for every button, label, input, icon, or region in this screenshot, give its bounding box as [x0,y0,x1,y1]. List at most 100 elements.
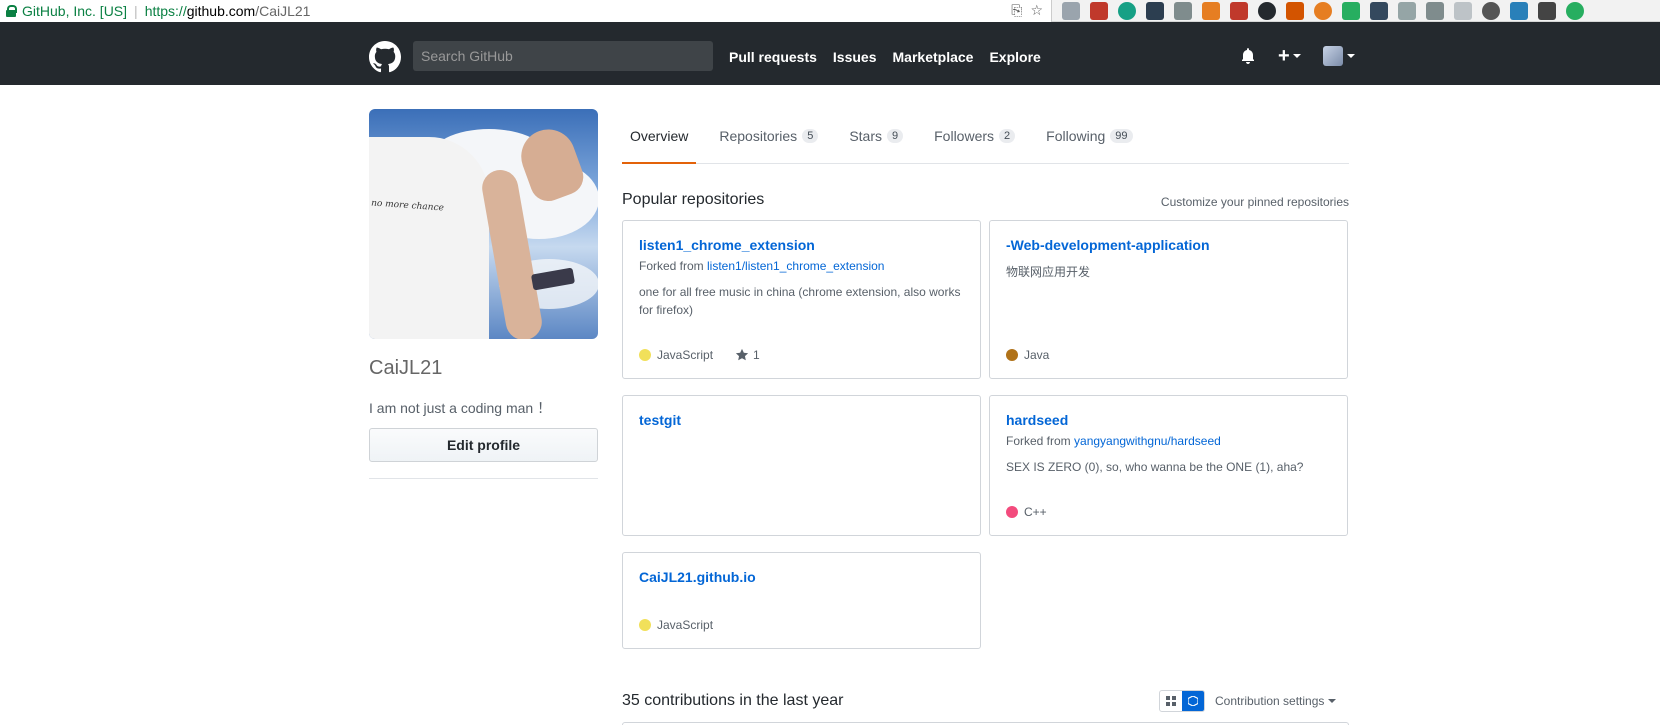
extension-icon[interactable] [1062,2,1080,20]
tab-stars[interactable]: Stars 9 [841,109,911,164]
url-separator: | [134,3,138,19]
graph-view-toggle [1159,690,1205,712]
chevron-down-icon [1346,54,1355,58]
popular-repos-title: Popular repositories [622,191,765,208]
github-logo-icon[interactable] [369,41,401,73]
profile-tabs: Overview Repositories 5 Stars 9 Followers 2… [622,109,1349,164]
repo-card: listen1_chrome_extension Forked from lis… [622,220,981,379]
tab-label: Followers [934,128,995,144]
repo-language: JavaScript [657,348,714,362]
create-new-button[interactable]: + [1278,46,1301,66]
repo-meta: JavaScript 1 [639,348,760,362]
repo-stars-link[interactable]: 1 [735,348,760,362]
customize-pinned-link[interactable]: Customize your pinned repositories [1161,195,1349,209]
header-nav: Pull requests Issues Marketplace Explore [729,49,1041,65]
extension-icon[interactable] [1202,2,1220,20]
nav-explore[interactable]: Explore [989,49,1040,65]
extension-icon[interactable] [1230,2,1248,20]
extension-icon[interactable] [1426,2,1444,20]
extension-icon[interactable] [1398,2,1416,20]
repo-language: C++ [1024,505,1047,519]
extension-icon[interactable] [1510,2,1528,20]
github-extension-icon[interactable] [1258,2,1276,20]
translate-icon[interactable]: ⎘ [1011,2,1022,19]
tab-count: 9 [887,129,904,143]
extension-icon[interactable] [1370,2,1388,20]
extension-icon[interactable] [1342,2,1360,20]
nav-pull-requests[interactable]: Pull requests [729,49,817,65]
forked-from: Forked from listen1/listen1_chrome_exten… [639,259,964,273]
extension-icon[interactable] [1090,2,1108,20]
tab-label: Overview [630,128,689,144]
contributions-title: 35 contributions in the last year [622,692,844,709]
address-bar[interactable]: GitHub, Inc. [US] | https:// github.com … [0,0,1052,22]
avatar [1322,46,1343,66]
sidebar-divider [369,478,598,479]
repo-name-link[interactable]: testgit [639,412,964,428]
github-header: Search GitHub Pull requests Issues Marke… [0,22,1660,85]
forked-prefix: Forked from [1006,434,1075,448]
extension-icon[interactable] [1118,2,1136,20]
extension-icon[interactable] [1286,2,1304,20]
repo-star-count: 1 [753,348,760,362]
user-menu-button[interactable] [1322,46,1355,66]
repo-language: JavaScript [657,618,714,632]
extension-icon[interactable] [1566,2,1584,20]
language-color-dot [1006,349,1018,361]
extension-icon[interactable] [1454,2,1472,20]
extension-icon[interactable] [1314,2,1332,20]
forked-from: Forked from yangyangwithgnu/hardseed [1006,434,1331,448]
repo-name-link[interactable]: CaiJL21.github.io [639,569,964,585]
url-host: github.com [186,3,256,19]
extension-icon[interactable] [1146,2,1164,20]
repo-meta: JavaScript [639,618,713,632]
repo-meta: Java [1006,348,1049,362]
tab-count: 99 [1110,129,1133,143]
profile-avatar[interactable]: no more chance [369,109,598,339]
extension-icon[interactable] [1174,2,1192,20]
edit-profile-button[interactable]: Edit profile [369,428,598,462]
search-input[interactable]: Search GitHub [413,41,713,71]
repo-card: -Web-development-application 物联网应用开发 Jav… [989,220,1348,379]
security-label: GitHub, Inc. [US] [22,3,128,19]
profile-bio: I am not just a coding man ！ [369,400,552,416]
cube-icon [1188,696,1198,706]
tab-followers[interactable]: Followers 2 [926,109,1023,164]
repo-description: one for all free music in china (chrome … [639,285,961,317]
repo-description: 物联网应用开发 [1006,265,1091,279]
repo-card: hardseed Forked from yangyangwithgnu/har… [989,395,1348,536]
nav-issues[interactable]: Issues [833,49,877,65]
tab-repositories[interactable]: Repositories 5 [711,109,826,164]
tab-label: Repositories [719,128,798,144]
tab-overview[interactable]: Overview [622,109,697,164]
repo-name-link[interactable]: -Web-development-application [1006,237,1331,253]
chevron-down-icon [1292,54,1301,58]
extension-icon[interactable] [1482,2,1500,20]
repo-name-link[interactable]: hardseed [1006,412,1331,428]
tab-count: 5 [802,129,819,143]
repo-language: Java [1024,348,1050,362]
repo-name-link[interactable]: listen1_chrome_extension [639,237,964,253]
forked-from-link[interactable]: yangyangwithgnu/hardseed [1074,434,1221,448]
more-extensions-icon[interactable] [1538,2,1556,20]
profile-username: CaiJL21 [369,357,443,379]
isometric-view-button[interactable] [1182,691,1204,711]
tab-label: Following [1046,128,1106,144]
browser-toolbar: GitHub, Inc. [US] | https:// github.com … [0,0,1660,22]
nav-marketplace[interactable]: Marketplace [893,49,974,65]
extension-icons [1062,2,1584,20]
notifications-bell-icon[interactable] [1240,48,1256,64]
forked-from-link[interactable]: listen1/listen1_chrome_extension [707,259,884,273]
contribution-settings-label: Contribution settings [1215,694,1325,708]
language-color-dot [1006,506,1018,518]
repo-card: CaiJL21.github.io JavaScript [622,552,981,649]
language-color-dot [639,619,651,631]
lock-icon [6,5,17,17]
repo-meta: C++ [1006,505,1047,519]
url-path: /CaiJL21 [255,3,311,19]
tab-following[interactable]: Following 99 [1038,109,1140,164]
grid-view-button[interactable] [1160,691,1182,711]
bookmark-star-icon[interactable]: ☆ [1030,2,1043,19]
language-color-dot [639,349,651,361]
contribution-settings-dropdown[interactable]: Contribution settings [1215,694,1337,708]
